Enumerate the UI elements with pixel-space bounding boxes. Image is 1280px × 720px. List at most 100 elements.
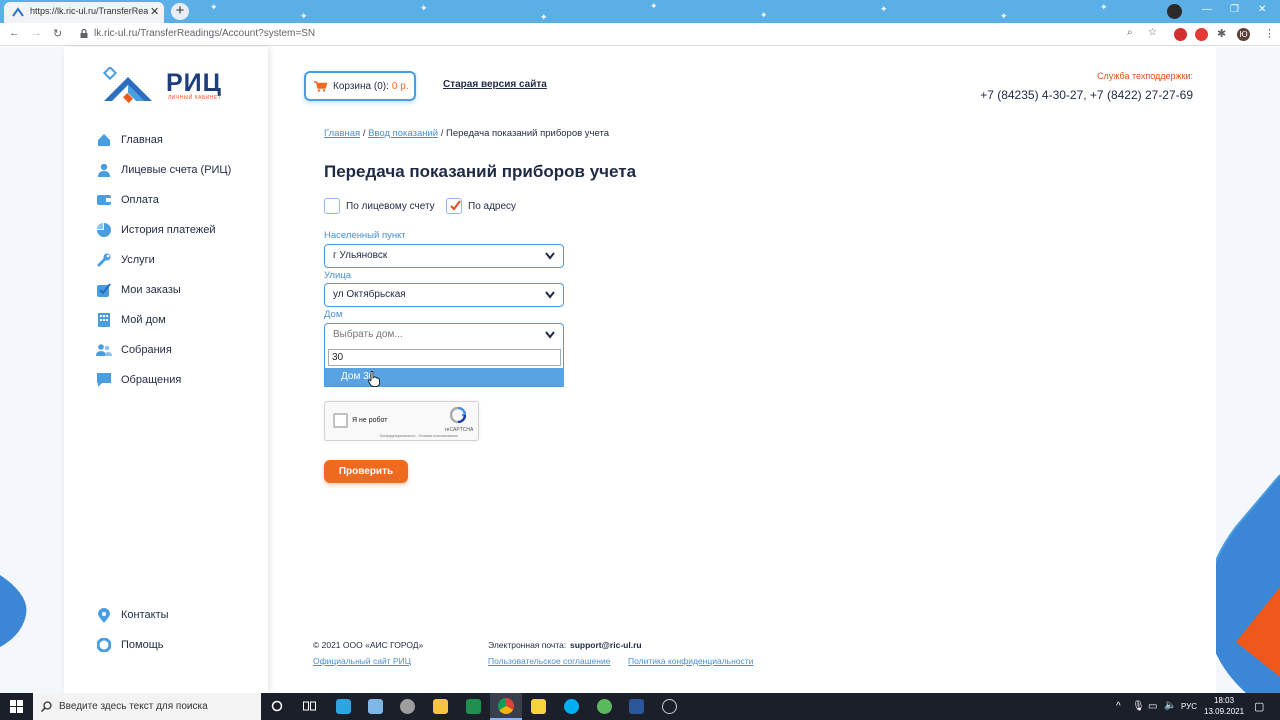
- sidebar-item-help[interactable]: Помощь: [96, 635, 164, 655]
- minimize-icon[interactable]: —: [1202, 4, 1212, 15]
- by-account-label[interactable]: По лицевому счету: [346, 201, 435, 212]
- by-address-label[interactable]: По адресу: [468, 201, 516, 212]
- checkbox-icon: [96, 282, 112, 298]
- privacy-link[interactable]: Политика конфиденциальности: [628, 656, 753, 666]
- windows-start-icon[interactable]: [10, 700, 23, 713]
- puzzle-extensions-icon[interactable]: ✱: [1217, 27, 1226, 40]
- volume-icon[interactable]: 🔈: [1164, 700, 1176, 711]
- file-explorer-icon[interactable]: [433, 699, 448, 714]
- taskbar: Введите здесь текст для поиска ^ 🎙 ▭ 🔈 Р…: [0, 693, 1280, 720]
- address-bar: ← → ↻ lk.ric-ul.ru/TransferReadings/Acco…: [0, 23, 1280, 46]
- sidebar-item-contacts[interactable]: Контакты: [96, 605, 169, 625]
- check-button[interactable]: Проверить: [324, 460, 408, 483]
- tab-close-icon[interactable]: ✕: [150, 5, 159, 18]
- skype-icon[interactable]: [564, 699, 579, 714]
- batman-app-icon[interactable]: [531, 699, 546, 714]
- excel-icon[interactable]: [466, 699, 481, 714]
- house-select[interactable]: Выбрать дом...: [324, 323, 564, 347]
- notifications-icon[interactable]: ▢: [1254, 700, 1264, 713]
- sidebar-item-label: Лицевые счета (РИЦ): [121, 164, 232, 176]
- by-address-checkbox[interactable]: [446, 198, 462, 214]
- footer-copyright: © 2021 ООО «АИС ГОРОД»: [313, 640, 424, 650]
- city-select[interactable]: г Ульяновск: [324, 244, 564, 268]
- new-tab-button[interactable]: +: [171, 3, 189, 20]
- recaptcha-widget: Я не робот reCAPTCHA Конфиденциальность …: [324, 401, 479, 441]
- sidebar-item-orders[interactable]: Мои заказы: [96, 280, 181, 300]
- official-site-link[interactable]: Официальный сайт РИЦ: [313, 656, 411, 666]
- telegram-icon[interactable]: [336, 699, 351, 714]
- wallet-icon: [96, 192, 112, 208]
- breadcrumb-readings-link[interactable]: Ввод показаний: [368, 128, 438, 139]
- sidebar-item-appeals[interactable]: Обращения: [96, 370, 181, 390]
- taskbar-search[interactable]: Введите здесь текст для поиска: [33, 693, 261, 720]
- browser-app-icon[interactable]: [597, 699, 612, 714]
- street-select[interactable]: ул Октябрьская: [324, 283, 564, 307]
- reload-icon[interactable]: ↻: [53, 27, 62, 40]
- back-icon[interactable]: ←: [9, 27, 20, 39]
- support-phones[interactable]: +7 (84235) 4-30-27, +7 (8422) 27-27-69: [960, 88, 1193, 102]
- clock-time[interactable]: 18:03: [1214, 696, 1234, 705]
- forward-icon[interactable]: →: [31, 27, 42, 39]
- sidebar-item-history[interactable]: История платежей: [96, 220, 216, 240]
- by-account-checkbox[interactable]: [324, 198, 340, 214]
- checkmark-icon: [450, 200, 461, 211]
- chrome-icon: [498, 698, 514, 714]
- house-option[interactable]: Дом 30: [325, 368, 564, 386]
- ric-logo-icon: [102, 67, 152, 103]
- notes-icon[interactable]: [368, 699, 383, 714]
- zoom-icon[interactable]: ⌕: [1127, 27, 1133, 38]
- sidebar-item-accounts[interactable]: Лицевые счета (РИЦ): [96, 160, 231, 180]
- maximize-icon[interactable]: ❐: [1230, 4, 1239, 15]
- house-search-input[interactable]: [328, 349, 561, 366]
- browser-tab[interactable]: https://lk.ric-ul.ru/TransferReadi... ✕: [4, 2, 164, 23]
- chrome-taskbar-item[interactable]: [490, 693, 522, 720]
- app-icon[interactable]: [400, 699, 415, 714]
- snowflake-decoration: ✦: [210, 2, 218, 12]
- house-placeholder: Выбрать дом...: [333, 329, 403, 340]
- recaptcha-logo-icon: [450, 407, 466, 423]
- snowflake-decoration: ✦: [300, 11, 308, 21]
- clock-date[interactable]: 13.09.2021: [1204, 707, 1244, 716]
- breadcrumb-home-link[interactable]: Главная: [324, 128, 360, 139]
- cart-count: (0):: [373, 80, 389, 92]
- sidebar-item-home[interactable]: Главная: [96, 130, 163, 150]
- browser-tab-bar: ✦ ✦ ✦ ✦ ✦ ✦ ✦ ✦ ✦ https://lk.ric-ul.ru/T…: [0, 0, 1280, 23]
- old-site-link[interactable]: Старая версия сайта: [443, 79, 547, 90]
- language-indicator[interactable]: РУС: [1181, 702, 1197, 711]
- sidebar-item-label: Мои заказы: [121, 284, 181, 296]
- profile-menu-icon[interactable]: [1167, 4, 1182, 19]
- sidebar-item-my-house[interactable]: Мой дом: [96, 310, 166, 330]
- avatar[interactable]: Ю: [1237, 28, 1250, 41]
- menu-dots-icon[interactable]: ⋮: [1264, 27, 1275, 40]
- sidebar-item-meetings[interactable]: Собрания: [96, 340, 172, 360]
- recaptcha-terms[interactable]: Конфиденциальность - Условия использован…: [380, 434, 457, 438]
- url-text[interactable]: lk.ric-ul.ru/TransferReadings/Account?sy…: [94, 28, 315, 39]
- task-view-icon[interactable]: [303, 700, 316, 712]
- microphone-icon[interactable]: 🎙: [1132, 701, 1145, 712]
- extension-icon[interactable]: [1174, 28, 1187, 41]
- cart-button[interactable]: Корзина (0): 0 р.: [304, 71, 416, 101]
- sidebar-item-payment[interactable]: Оплата: [96, 190, 159, 210]
- email-link[interactable]: support@ric-ul.ru: [570, 640, 642, 650]
- network-icon[interactable]: ▭: [1148, 701, 1157, 712]
- snowflake-decoration: ✦: [1000, 11, 1008, 21]
- word-icon[interactable]: [629, 699, 644, 714]
- snowflake-decoration: ✦: [540, 12, 548, 22]
- cortana-icon[interactable]: [271, 700, 283, 712]
- sidebar-item-label: Собрания: [121, 344, 172, 356]
- chevron-down-icon: [545, 331, 555, 339]
- sidebar-item-services[interactable]: Услуги: [96, 250, 155, 270]
- tray-chevron-icon[interactable]: ^: [1116, 701, 1121, 712]
- bookmark-star-icon[interactable]: ☆: [1148, 27, 1157, 38]
- adblock-icon[interactable]: [1195, 28, 1208, 41]
- recaptcha-checkbox[interactable]: [333, 413, 348, 428]
- sidebar-item-label: Оплата: [121, 194, 159, 206]
- search-icon: [41, 701, 52, 712]
- app-icon[interactable]: [662, 699, 677, 714]
- cart-icon: [314, 80, 327, 92]
- house-dropdown: Дом 30: [324, 346, 564, 387]
- agreement-link[interactable]: Пользовательское соглашение: [488, 656, 610, 666]
- window-close-icon[interactable]: ✕: [1258, 4, 1266, 15]
- people-icon: [96, 342, 112, 358]
- decor-blue-shape: [0, 575, 27, 647]
